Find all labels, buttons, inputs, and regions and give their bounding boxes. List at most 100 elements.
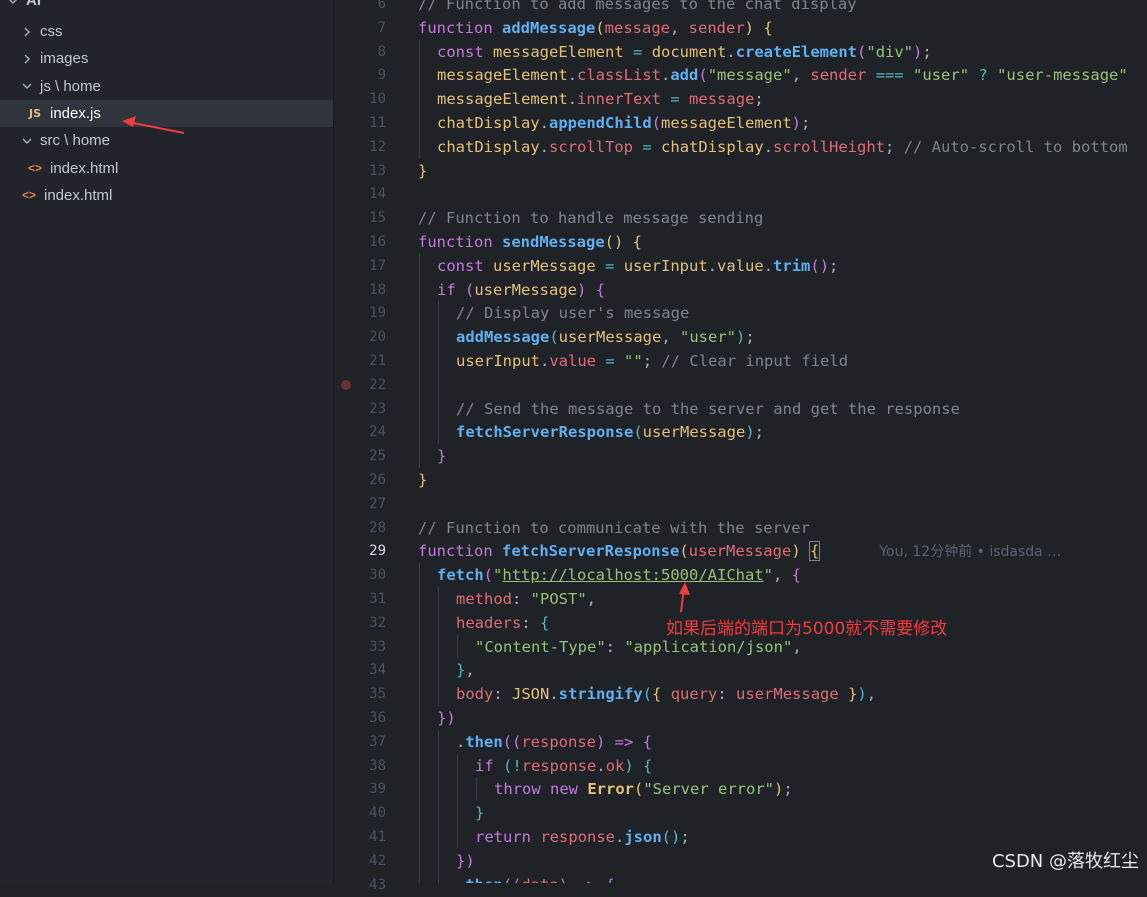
code-line[interactable]: chatDisplay.scrollTop = chatDisplay.scro…	[437, 135, 1128, 159]
code-line[interactable]: messageElement.innerText = message;	[437, 87, 764, 111]
code-token: =	[642, 137, 652, 156]
code-line[interactable]: })	[437, 706, 456, 730]
line-number: 20	[369, 329, 386, 346]
code-token: .	[539, 137, 549, 156]
line-number: 40	[369, 805, 386, 822]
code-token: // Auto-scroll to bottom	[903, 137, 1128, 156]
indent-guide	[419, 63, 420, 88]
code-token: (	[857, 42, 867, 61]
line-number: 38	[369, 757, 386, 774]
code-token: throw	[494, 780, 550, 799]
code-line[interactable]: // Display user's message	[456, 301, 689, 325]
code-line[interactable]: body: JSON.stringify({ query: userMessag…	[456, 682, 876, 706]
code-token: :	[521, 613, 540, 632]
code-line[interactable]: function addMessage(message, sender) {	[418, 16, 773, 40]
code-line[interactable]: if (!response.ok) {	[475, 754, 652, 778]
code-line[interactable]: })	[456, 849, 475, 873]
code-token: (	[483, 566, 494, 585]
indent-guide	[419, 801, 420, 825]
code-token: {	[595, 280, 606, 299]
code-token: chatDisplay	[661, 137, 764, 156]
code-token: function	[418, 18, 502, 37]
code-token: if	[437, 280, 465, 299]
line-number: 35	[369, 686, 386, 703]
code-line[interactable]: headers: {	[456, 611, 549, 635]
chevron-down-icon	[6, 0, 20, 7]
code-line[interactable]: },	[456, 658, 475, 682]
code-line[interactable]: fetchServerResponse(userMessage);	[456, 420, 764, 444]
code-token: sender	[810, 66, 867, 85]
indent-guide	[419, 563, 420, 587]
code-token: ;	[754, 423, 764, 442]
indent-guide	[419, 825, 420, 849]
tree-file[interactable]: <> index.html	[0, 182, 333, 209]
code-line[interactable]: return response.json();	[475, 825, 690, 849]
code-line[interactable]: messageElement.classList.add("message", …	[437, 63, 1128, 87]
indent-guide	[438, 325, 439, 349]
html-icon: <>	[21, 188, 36, 203]
tree-file[interactable]: JS index.js	[0, 99, 333, 127]
tree-folder[interactable]: js \ home	[0, 73, 333, 100]
code-line[interactable]: }	[418, 468, 427, 492]
code-line[interactable]: }	[437, 444, 446, 468]
code-line[interactable]: function fetchServerResponse(userMessage…	[418, 539, 1061, 563]
code-token: ,	[661, 328, 680, 347]
code-token: const	[437, 256, 493, 275]
line-number: 11	[369, 115, 386, 131]
code-token: classList	[577, 66, 661, 85]
code-line[interactable]: // Function to handle message sending	[418, 206, 763, 230]
code-token: ;	[642, 352, 662, 370]
code-line[interactable]: .then((data) => {	[456, 873, 615, 883]
code-token: (	[642, 685, 653, 704]
code-token: sender	[688, 18, 745, 37]
tree-folder[interactable]: src \ home	[0, 127, 333, 154]
code-line[interactable]: // Function to add messages to the chat …	[418, 0, 857, 16]
code-line[interactable]: }	[475, 801, 484, 825]
code-token: add	[670, 66, 699, 85]
code-token: then	[465, 732, 503, 751]
code-line[interactable]: chatDisplay.appendChild(messageElement);	[437, 111, 810, 135]
code-token: http://localhost:5000/AIChat	[502, 566, 764, 585]
code-token: {	[540, 613, 550, 632]
code-editor[interactable]: 6 7 8 9 10 11 12 13 14 15 16 17 18 19 20 21 22 23 24 25 26 27…	[334, 0, 1147, 893]
code-line[interactable]: // Send the message to the server and ge…	[456, 397, 960, 421]
code-line[interactable]: }	[418, 159, 427, 183]
code-token: =	[633, 42, 643, 61]
indent-guide	[457, 634, 458, 659]
tree-file[interactable]: <> index.html	[0, 155, 333, 182]
indent-guide	[457, 801, 458, 825]
tree-item-label: js \ home	[40, 77, 101, 95]
code-line[interactable]: addMessage(userMessage, "user");	[456, 325, 755, 349]
code-token: (	[503, 756, 513, 775]
code-token: const	[437, 42, 493, 61]
code-token: )	[791, 542, 801, 561]
code-line[interactable]: .then((response) => {	[456, 730, 652, 754]
code-area[interactable]: // Function to add messages to the chat …	[418, 0, 1147, 883]
code-token: // Function to handle message sending	[418, 209, 764, 228]
code-line[interactable]: const messageElement = document.createEl…	[437, 40, 932, 64]
code-line[interactable]: fetch("http://localhost:5000/AIChat", {	[437, 563, 801, 587]
code-line[interactable]: const userMessage = userInput.value.trim…	[437, 254, 838, 278]
code-line[interactable]: method: "POST",	[456, 587, 596, 611]
code-line[interactable]: // Function to communicate with the serv…	[418, 516, 810, 540]
code-token: "	[763, 566, 773, 585]
code-token: )	[736, 328, 746, 347]
breakpoint-dot-icon[interactable]	[341, 379, 351, 390]
tree-folder[interactable]: images	[0, 45, 333, 72]
explorer-root[interactable]: AI	[0, 0, 333, 14]
code-line[interactable]: throw new Error("Server error");	[494, 777, 793, 801]
code-line[interactable]: function sendMessage() {	[418, 230, 642, 254]
code-token: ;	[829, 256, 839, 275]
code-token: ;	[783, 780, 793, 799]
code-line[interactable]: userInput.value = ""; // Clear input fie…	[456, 349, 848, 373]
code-token: .	[456, 732, 466, 751]
code-token: {	[632, 233, 643, 251]
code-line[interactable]: if (userMessage) {	[437, 278, 605, 302]
code-token: =>	[577, 876, 596, 883]
tree-folder[interactable]: css	[0, 18, 333, 45]
